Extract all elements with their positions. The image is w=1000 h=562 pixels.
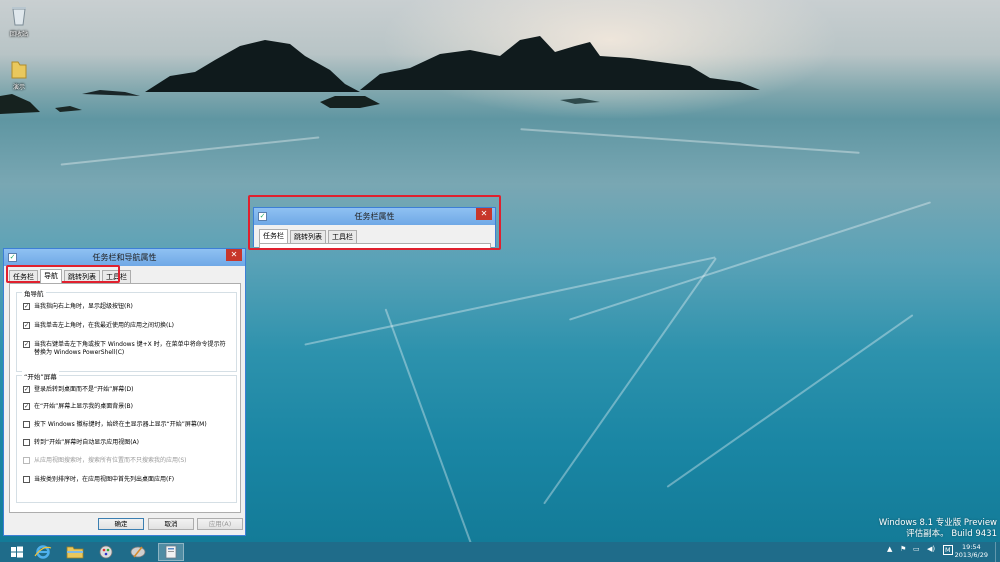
volume-icon[interactable]: ◀): [927, 545, 935, 553]
option-label: 转到“开始”屏幕时自动显示应用视图(A): [34, 439, 140, 446]
option-show-apps-view[interactable]: 转到“开始”屏幕时自动显示应用视图(A): [23, 439, 228, 447]
checkbox: [23, 457, 30, 464]
taskbar-navigation-properties-dialog: ✓ 任务栏和导航属性 ✕ 任务栏 导航 跳转列表 工具栏 角导航 ✓ 当我指向右…: [3, 248, 246, 536]
start-screen-group: “开始”屏幕 ✓ 登录后转到桌面而不是“开始”屏幕(D) ✓ 在“开始”屏幕上显…: [16, 371, 237, 503]
option-show-charms[interactable]: ✓ 当我指向右上角时，显示超级按钮(R): [23, 303, 228, 311]
dialog-title: 任务栏和导航属性: [92, 253, 157, 262]
checkbox[interactable]: ✓: [23, 322, 30, 329]
tab-strip: 任务栏 导航 跳转列表 工具栏: [9, 269, 133, 283]
tab-taskbar[interactable]: 任务栏: [9, 270, 38, 283]
taskbar-properties-button[interactable]: [158, 543, 184, 561]
taskbar: ▲ ⚑ ▭ ◀) M 19:54 2013/6/29: [0, 542, 1000, 562]
corner-navigation-group: 角导航 ✓ 当我指向右上角时，显示超级按钮(R) ✓ 当我单击左上角时，在我最近…: [16, 288, 237, 372]
start-button[interactable]: [4, 543, 30, 561]
tab-toolbars[interactable]: 工具栏: [102, 270, 131, 283]
navigation-tab-panel: 角导航 ✓ 当我指向右上角时，显示超级按钮(R) ✓ 当我单击左上角时，在我最近…: [9, 283, 241, 513]
option-show-desktop-background[interactable]: ✓ 在“开始”屏幕上显示我的桌面背景(B): [23, 403, 228, 411]
network-icon[interactable]: ▭: [913, 545, 920, 553]
option-switch-recent-apps[interactable]: ✓ 当我单击左上角时，在我最近使用的应用之间切换(L): [23, 322, 228, 330]
app-icon: ✓: [258, 212, 267, 221]
app-icon: ✓: [8, 253, 17, 262]
tab-panel: [259, 243, 491, 249]
paint-button[interactable]: [93, 543, 119, 561]
input-method-indicator[interactable]: M: [943, 545, 953, 555]
watermark-line-2: 评估副本。 Build 9431: [906, 529, 997, 539]
tab-jump-lists[interactable]: 跳转列表: [64, 270, 100, 283]
apply-button: 应用(A): [197, 518, 243, 530]
windows-logo-icon: [11, 546, 23, 558]
option-label: 登录后转到桌面而不是“开始”屏幕(D): [34, 386, 134, 393]
tab-strip: 任务栏 跳转列表 工具栏: [259, 229, 359, 243]
show-hidden-icons-chevron-icon[interactable]: ▲: [887, 545, 892, 553]
tab-jump-lists[interactable]: 跳转列表: [290, 230, 326, 243]
option-label: 当按类别排序时，在应用视图中首先列出桌面应用(F): [34, 476, 175, 483]
checkbox[interactable]: ✓: [23, 303, 30, 310]
clock-time: 19:54: [961, 543, 981, 551]
desktop-icon-label: 回收站: [9, 31, 28, 38]
action-center-flag-icon[interactable]: ⚑: [900, 545, 906, 553]
checkbox[interactable]: [23, 439, 30, 446]
rock-silhouettes: [0, 36, 760, 114]
group-title: “开始”屏幕: [22, 371, 59, 381]
option-label: 按下 Windows 徽标键时，始终在主显示器上显示“开始”屏幕(M): [34, 421, 207, 428]
close-button[interactable]: ✕: [226, 249, 242, 261]
checkbox[interactable]: [23, 476, 30, 483]
dialog-titlebar[interactable]: ✓ 任务栏和导航属性 ✕: [4, 249, 245, 266]
close-button[interactable]: ✕: [476, 208, 492, 220]
option-start-on-main-display[interactable]: 按下 Windows 徽标键时，始终在主显示器上显示“开始”屏幕(M): [23, 421, 228, 429]
paint-brush-button[interactable]: [125, 543, 151, 561]
option-label: 从应用视图搜索时，搜索所有位置而不只搜索我的应用(S): [34, 457, 187, 464]
cancel-button[interactable]: 取消: [148, 518, 194, 530]
paint-brush-icon: [130, 546, 146, 558]
evaluation-watermark: Windows 8.1 专业版 Preview 评估副本。 Build 9431: [879, 518, 997, 540]
file-explorer-icon: [66, 546, 84, 559]
file-explorer-button[interactable]: [62, 543, 88, 561]
desktop-icon-recycle-bin[interactable]: 回收站: [4, 3, 34, 38]
tab-navigation[interactable]: 导航: [40, 269, 62, 283]
folder-icon: [8, 56, 30, 80]
show-desktop-button[interactable]: [995, 542, 1000, 562]
clock-date: 2013/6/29: [954, 551, 988, 559]
paint-icon: [99, 545, 113, 559]
dialog-titlebar[interactable]: ✓ 任务栏属性 ✕: [254, 208, 495, 225]
recycle-bin-icon: [8, 3, 30, 27]
desktop-icon-label: 演示: [12, 84, 25, 91]
taskbar-properties-icon: [165, 545, 177, 559]
option-replace-with-powershell[interactable]: ✓ 当我右键单击左下角或按下 Windows 键+X 时，在菜单中将命令提示符替…: [23, 341, 228, 357]
desktop-icon-folder[interactable]: 演示: [4, 56, 34, 91]
checkbox[interactable]: ✓: [23, 341, 30, 348]
checkbox[interactable]: ✓: [23, 403, 30, 410]
option-label: 当我右键单击左下角或按下 Windows 键+X 时，在菜单中将命令提示符替换为…: [34, 341, 226, 356]
internet-explorer-icon: [34, 545, 52, 559]
clock[interactable]: 19:54 2013/6/29: [955, 543, 988, 559]
tab-taskbar[interactable]: 任务栏: [259, 229, 288, 243]
group-title: 角导航: [22, 288, 46, 298]
taskbar-properties-dialog: ✓ 任务栏属性 ✕ 任务栏 跳转列表 工具栏: [253, 207, 496, 249]
ok-button[interactable]: 确定: [98, 518, 144, 530]
option-list-desktop-apps-first[interactable]: 当按类别排序时，在应用视图中首先列出桌面应用(F): [23, 476, 228, 484]
option-label: 在“开始”屏幕上显示我的桌面背景(B): [34, 403, 134, 410]
internet-explorer-button[interactable]: [30, 543, 56, 561]
watermark-line-1: Windows 8.1 专业版 Preview: [878, 518, 997, 528]
option-boot-to-desktop[interactable]: ✓ 登录后转到桌面而不是“开始”屏幕(D): [23, 386, 228, 394]
option-label: 当我指向右上角时，显示超级按钮(R): [34, 303, 133, 310]
checkbox[interactable]: [23, 421, 30, 428]
dialog-title: 任务栏属性: [354, 212, 395, 221]
checkbox[interactable]: ✓: [23, 386, 30, 393]
option-search-everywhere: 从应用视图搜索时，搜索所有位置而不只搜索我的应用(S): [23, 457, 228, 465]
tab-toolbars[interactable]: 工具栏: [328, 230, 357, 243]
option-label: 当我单击左上角时，在我最近使用的应用之间切换(L): [34, 322, 175, 329]
